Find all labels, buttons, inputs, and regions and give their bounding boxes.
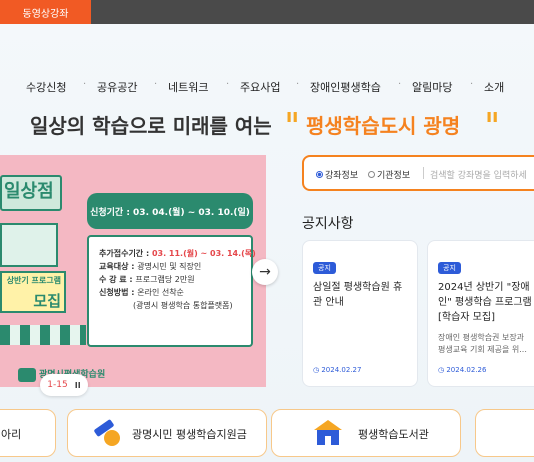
store-window [0, 223, 58, 267]
info-label: 신청방법 : [99, 288, 138, 297]
store-sign: 일상점 [0, 175, 62, 211]
info-label: 수 강 료 : [99, 275, 136, 284]
search-input[interactable]: 검색할 강좌명을 입력하세 [430, 168, 527, 181]
nav-item-main-projects[interactable]: 주요사업 [240, 79, 280, 95]
nav-separator: · [296, 79, 300, 90]
notice-title: 2024년 상반기 "장애인" 평생학습 프로그램 [학습자 모집] [438, 282, 532, 323]
radio-icon [368, 171, 375, 178]
arrow-right-icon: → [259, 264, 271, 280]
info-value: 온라인 선착순 [137, 288, 184, 297]
quick-link-label: 광명시민 평생학습지원금 [132, 428, 247, 441]
nav-item-about[interactable]: 소개 [484, 79, 504, 95]
notice-section-title: 공지사항 [302, 216, 354, 232]
nav-separator: · [470, 79, 474, 90]
radio-selected-icon [316, 171, 323, 178]
main-nav: 수강신청 · 공유공간 · 네트워크 · 주요사업 · 장애인평생학습 · 알림… [0, 73, 534, 97]
banner-next-button[interactable]: → [252, 259, 278, 285]
nav-separator: · [83, 79, 87, 90]
search-option-institution-label: 기관정보 [377, 171, 411, 181]
notice-description: 장애인 평생학습권 보장과 평생교육 기회 제공을 위... [438, 333, 527, 354]
nav-separator: · [154, 79, 158, 90]
nav-item-disabled-learning[interactable]: 장애인평생학습 [310, 79, 381, 95]
search-option-course-label: 강좌정보 [325, 171, 359, 181]
quick-link-0[interactable]: 아리 [0, 409, 56, 457]
promo-banner[interactable]: 일상점 상반기 프로그램 모집 광명시평생학습원 신청기간 : 03. 04.(… [0, 155, 266, 387]
slogan-accent-left-icon: ıı [286, 106, 299, 127]
nav-item-network[interactable]: 네트워크 [168, 79, 208, 95]
extra-period-label: 추가접수기간 : [99, 249, 152, 258]
store-awning [0, 325, 86, 345]
extra-period-value: 03. 11.(월) ~ 03. 14.(목) [151, 249, 256, 258]
pen-coin-icon [94, 419, 120, 446]
search-option-institution[interactable]: 기관정보 [368, 168, 410, 181]
notice-date: 2024.02.27 [313, 366, 361, 374]
slogan-accent-right-icon: ıı [486, 106, 499, 127]
library-building-icon [314, 420, 342, 445]
hero-slogan: 일상의 학습으로 미래를 여는 ıı 평생학습도시 광명 ıı [0, 102, 534, 142]
quick-link-more[interactable] [475, 409, 534, 457]
storefront-illustration: 일상점 상반기 프로그램 모집 [0, 175, 68, 325]
search-box: 강좌정보 기관정보 검색할 강좌명을 입력하세 [302, 155, 534, 191]
nav-item-notice-board[interactable]: 알림마당 [412, 79, 452, 95]
slogan-highlight: 평생학습도시 광명 [306, 114, 461, 138]
banner-pager[interactable]: 1-15 II [40, 374, 88, 396]
notice-date: 2024.02.26 [438, 366, 486, 374]
search-option-course[interactable]: 강좌정보 [316, 168, 358, 181]
method-sub: (광명시 평생학습 통합플랫폼) [133, 301, 233, 310]
quick-link-label: 평생학습도서관 [358, 428, 429, 441]
quick-link-label: 아리 [1, 428, 22, 441]
notice-title: 삼일절 평생학습원 휴관 안내 [313, 282, 403, 308]
notice-badge: 공지 [313, 262, 336, 274]
info-label: 교육대상 : [99, 262, 138, 271]
nav-separator: · [398, 79, 402, 90]
pager-count: 1-15 [47, 380, 68, 390]
nav-item-shared-space[interactable]: 공유공간 [97, 79, 137, 95]
info-row: 수 강 료 : 프로그램당 2만원 [99, 273, 251, 286]
quick-link-library[interactable]: 평생학습도서관 [271, 409, 461, 457]
pause-icon[interactable]: II [75, 381, 81, 390]
program-sign-text: 상반기 프로그램 [6, 276, 61, 285]
application-period: 신청기간 : 03. 04.(월) ~ 03. 10.(일) [87, 193, 253, 229]
notice-card[interactable]: 공지 2024년 상반기 "장애인" 평생학습 프로그램 [학습자 모집] 장애… [427, 240, 534, 387]
nav-item-enroll[interactable]: 수강신청 [26, 79, 66, 95]
info-value: 프로그램당 2만원 [135, 275, 195, 284]
learning-center-logo-icon [18, 367, 36, 382]
program-sign-big: 모집 [33, 292, 61, 310]
program-info-box: 추가접수기간 : 03. 11.(월) ~ 03. 14.(목) 교육대상 : … [87, 235, 256, 347]
slogan-text: 일상의 학습으로 미래를 여는 [30, 114, 272, 138]
info-row: 교육대상 : 광명시민 및 직장인 [99, 260, 251, 273]
search-divider [423, 167, 424, 179]
video-lecture-tab[interactable]: 동영상강좌 [0, 0, 91, 24]
quick-link-subsidy[interactable]: 광명시민 평생학습지원금 [67, 409, 267, 457]
top-bar: 동영상강좌 [0, 0, 534, 24]
info-value: 광명시민 및 직장인 [137, 262, 202, 271]
nav-separator: · [226, 79, 230, 90]
program-sign: 상반기 프로그램 모집 [0, 271, 66, 313]
info-row: 신청방법 : 온라인 선착순 [99, 286, 251, 299]
notice-badge: 공지 [438, 262, 461, 274]
extra-period-row: 추가접수기간 : 03. 11.(월) ~ 03. 14.(목) [99, 247, 256, 260]
notice-card[interactable]: 공지 삼일절 평생학습원 휴관 안내 2024.02.27 [302, 240, 418, 387]
